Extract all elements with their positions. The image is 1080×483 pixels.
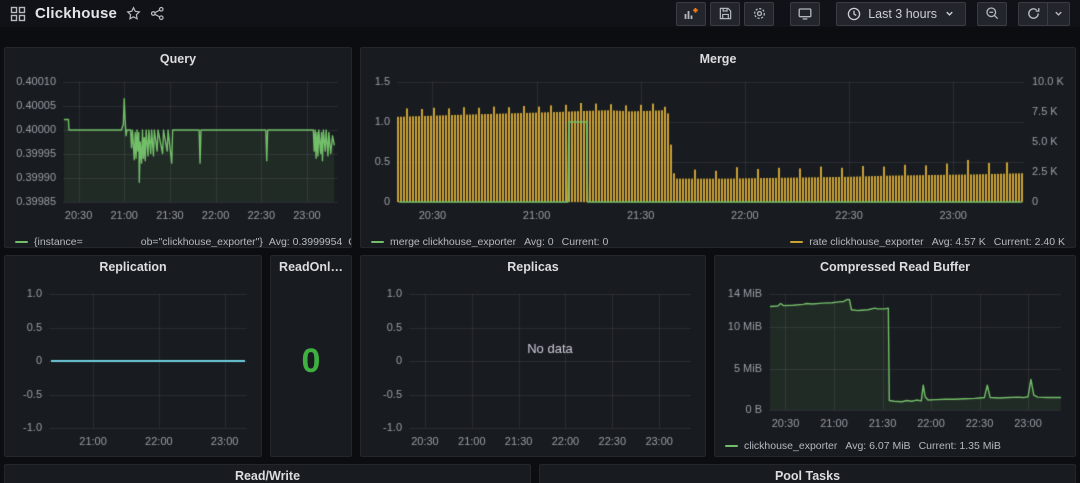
- merge-legend[interactable]: merge clickhouse_exporter Avg: 0 Current…: [361, 234, 1075, 248]
- legend-label: clickhouse_exporter: [744, 440, 837, 452]
- legend-current: Current: 0.4: [348, 236, 351, 248]
- add-panel-button[interactable]: [676, 2, 706, 26]
- refresh-group: [1018, 2, 1070, 26]
- grid-icon[interactable]: [10, 6, 26, 22]
- panel-title[interactable]: ReadOnl…: [271, 256, 351, 278]
- add-panel-icon: [683, 6, 699, 22]
- replicas-chart-canvas[interactable]: [369, 280, 699, 452]
- series-swatch: [371, 241, 384, 243]
- panel-read-write: Read/Write: [4, 464, 531, 483]
- panel-title[interactable]: Replicas: [361, 256, 705, 278]
- replication-chart-canvas[interactable]: [13, 280, 255, 452]
- legend-label-right: ob="clickhouse_exporter"}: [141, 236, 263, 248]
- series-swatch: [790, 241, 803, 243]
- panel-title[interactable]: Query: [5, 48, 351, 70]
- panel-readonly: ReadOnl… 0: [270, 255, 352, 457]
- panel-merge: Merge merge clickhouse_exporter Avg: 0 C…: [360, 47, 1076, 248]
- dashboard-toolbar: Last 3 hours: [676, 2, 1070, 26]
- panel-title[interactable]: Read/Write: [5, 465, 530, 483]
- dashboard-header: Clickhouse: [0, 0, 1080, 27]
- readonly-stat-value: 0: [271, 278, 351, 444]
- share-icon[interactable]: [150, 6, 165, 21]
- legend-label: rate clickhouse_exporter: [809, 236, 923, 248]
- dashboard-settings-button[interactable]: [744, 2, 774, 26]
- panel-pool-tasks: Pool Tasks: [539, 464, 1076, 483]
- dashboard-title: Clickhouse: [35, 5, 117, 22]
- legend-avg: Avg: 6.07 MiB: [845, 440, 910, 452]
- cycle-view-mode-button[interactable]: [790, 2, 820, 26]
- clock-icon: [847, 7, 861, 21]
- time-range-picker[interactable]: Last 3 hours: [836, 2, 966, 26]
- query-chart-canvas[interactable]: [13, 72, 345, 234]
- refresh-button[interactable]: [1018, 2, 1048, 26]
- legend-avg: Avg: 0.3999954: [269, 236, 342, 248]
- series-swatch: [15, 241, 28, 243]
- refresh-icon: [1026, 6, 1041, 21]
- panel-title[interactable]: Replication: [5, 256, 261, 278]
- legend-current: Current: 0: [562, 236, 609, 248]
- panel-title[interactable]: Compressed Read Buffer: [715, 256, 1075, 278]
- legend-avg: Avg: 4.57 K: [932, 236, 986, 248]
- star-icon[interactable]: [126, 6, 141, 21]
- save-icon: [718, 6, 733, 21]
- compressed-legend[interactable]: clickhouse_exporter Avg: 6.07 MiB Curren…: [715, 438, 1075, 453]
- legend-label-left: {instance=: [34, 236, 83, 248]
- series-swatch: [725, 445, 738, 447]
- merge-chart-canvas[interactable]: [369, 72, 1069, 234]
- query-legend[interactable]: {instance= ob="clickhouse_exporter"} Avg…: [5, 234, 351, 248]
- panel-query: Query {instance= ob="clickhouse_exporter…: [4, 47, 352, 248]
- zoom-out-icon: [985, 6, 1000, 21]
- legend-label: merge clickhouse_exporter: [390, 236, 516, 248]
- chevron-down-icon: [1053, 8, 1064, 19]
- zoom-out-button[interactable]: [977, 2, 1007, 26]
- panel-title[interactable]: Merge: [361, 48, 1075, 70]
- panel-title[interactable]: Pool Tasks: [540, 465, 1075, 483]
- legend-current: Current: 1.35 MiB: [919, 440, 1001, 452]
- compressed-chart-canvas[interactable]: [723, 280, 1069, 438]
- tv-icon: [797, 6, 813, 21]
- panel-compressed-read-buffer: Compressed Read Buffer clickhouse_export…: [714, 255, 1076, 457]
- save-dashboard-button[interactable]: [710, 2, 740, 26]
- gear-icon: [752, 6, 767, 21]
- legend-avg: Avg: 0: [524, 236, 554, 248]
- legend-current: Current: 2.40 K: [994, 236, 1065, 248]
- panel-replicas: Replicas: [360, 255, 706, 457]
- refresh-interval-dropdown[interactable]: [1048, 2, 1070, 26]
- chevron-down-icon: [944, 8, 955, 19]
- time-range-label: Last 3 hours: [868, 7, 937, 21]
- panel-replication: Replication: [4, 255, 262, 457]
